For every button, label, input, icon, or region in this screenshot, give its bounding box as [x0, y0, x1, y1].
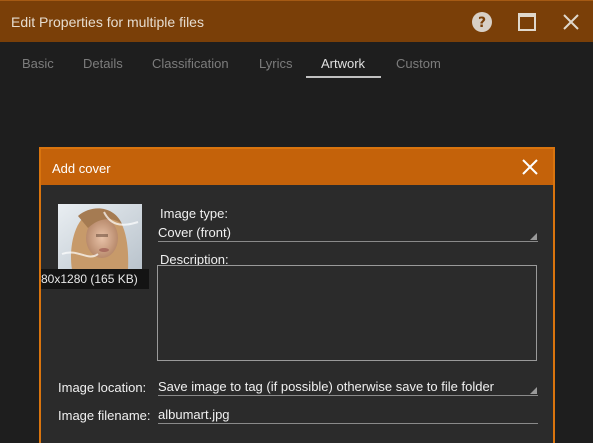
tab-bar: Basic Details Classification Lyrics Artw… [0, 42, 593, 82]
window-title: Edit Properties for multiple files [11, 14, 204, 30]
tab-classification[interactable]: Classification [152, 56, 229, 71]
help-button[interactable]: ? [471, 11, 493, 33]
tab-lyrics[interactable]: Lyrics [259, 56, 292, 71]
window-close-button[interactable] [560, 11, 582, 33]
image-filename-input[interactable]: albumart.jpg [158, 404, 538, 424]
image-type-select[interactable]: Cover (front) [158, 222, 538, 242]
tab-details[interactable]: Details [83, 56, 123, 71]
tab-artwork[interactable]: Artwork [321, 56, 365, 71]
svg-text:?: ? [478, 15, 486, 31]
image-location-label: Image location: [58, 380, 147, 395]
active-tab-indicator [306, 76, 381, 78]
cover-image [58, 204, 142, 270]
image-type-label: Image type: [160, 206, 228, 221]
maximize-icon [518, 13, 536, 31]
cover-thumbnail[interactable] [58, 204, 142, 270]
close-icon [563, 14, 579, 30]
maximize-button[interactable] [516, 11, 538, 33]
help-icon: ? [472, 12, 492, 32]
tab-basic[interactable]: Basic [22, 56, 54, 71]
dropdown-arrow-icon [530, 387, 537, 394]
image-location-select[interactable]: Save image to tag (if possible) otherwis… [158, 376, 538, 396]
image-filename-value: albumart.jpg [158, 407, 230, 422]
image-filename-label: Image filename: [58, 408, 151, 423]
add-cover-dialog: Add cover 80x1280 (165 KB) Image type: C… [39, 147, 555, 443]
image-location-value: Save image to tag (if possible) otherwis… [158, 379, 495, 394]
dropdown-arrow-icon [530, 233, 537, 240]
dialog-header: Add cover [41, 149, 553, 185]
description-textarea[interactable] [157, 265, 537, 361]
window-titlebar: Edit Properties for multiple files ? [0, 0, 593, 42]
thumbnail-size-caption: 80x1280 (165 KB) [41, 269, 149, 289]
tab-custom[interactable]: Custom [396, 56, 441, 71]
dialog-title: Add cover [52, 161, 111, 176]
image-type-value: Cover (front) [158, 225, 231, 240]
close-icon[interactable] [521, 158, 539, 176]
